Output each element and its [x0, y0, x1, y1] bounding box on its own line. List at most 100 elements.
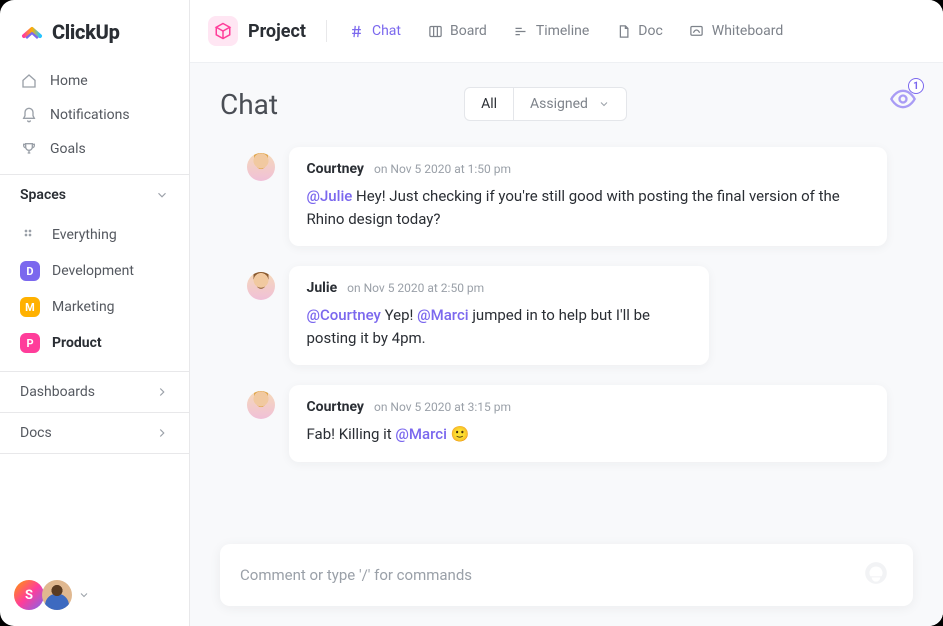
filter-assigned-label: Assigned [530, 96, 588, 112]
mention[interactable]: @Julie [307, 187, 353, 205]
eye-icon: 1 [889, 85, 917, 113]
nav-home-label: Home [50, 73, 88, 89]
send-icon[interactable] [863, 560, 893, 590]
mention[interactable]: @Marci [417, 306, 468, 324]
content-head: Chat All Assigned [220, 87, 913, 121]
message-body: Fab! Killing it @Marci 🙂 [307, 423, 869, 446]
message-body: @Julie Hey! Just checking if you're stil… [307, 185, 869, 230]
composer[interactable]: Comment or type '/' for commands [220, 544, 913, 606]
tab-chat[interactable]: Chat [339, 17, 411, 45]
message-body: @Courtney Yep! @Marci jumped in to help … [307, 304, 691, 349]
message-card[interactable]: Julie on Nov 5 2020 at 2:50 pm @Courtney… [289, 266, 709, 365]
mention[interactable]: @Marci [395, 425, 446, 443]
space-chip-product: P [20, 333, 40, 353]
spaces-list: Everything D Development M Marketing P P… [0, 213, 189, 371]
sidebar-docs-label: Docs [20, 425, 52, 441]
timeline-icon [513, 23, 529, 39]
message-card[interactable]: Courtney on Nov 5 2020 at 3:15 pm Fab! K… [289, 385, 887, 462]
space-product-label: Product [52, 335, 102, 351]
emoji: 🙂 [447, 425, 469, 443]
tab-timeline-label: Timeline [536, 23, 589, 39]
message-author: Courtney [307, 399, 364, 415]
message-thread: Courtney on Nov 5 2020 at 1:50 pm @Julie… [247, 147, 887, 462]
sidebar-docs[interactable]: Docs [0, 412, 189, 454]
user-avatar-other[interactable] [42, 580, 72, 610]
tab-doc-label: Doc [638, 23, 663, 39]
chevron-down-icon [155, 188, 169, 202]
spaces-header-label: Spaces [20, 187, 66, 203]
project-title: Project [248, 21, 306, 42]
message-time: on Nov 5 2020 at 3:15 pm [374, 400, 511, 414]
nav-notifications[interactable]: Notifications [10, 98, 179, 132]
space-everything[interactable]: Everything [10, 217, 179, 253]
tab-whiteboard[interactable]: Whiteboard [679, 17, 794, 45]
space-marketing-label: Marketing [52, 299, 115, 315]
nav-home[interactable]: Home [10, 64, 179, 98]
nav-goals[interactable]: Goals [10, 132, 179, 166]
message-text: Hey! Just checking if you're still good … [307, 187, 840, 228]
avatar-courtney[interactable] [247, 153, 275, 181]
space-product[interactable]: P Product [10, 325, 179, 361]
trophy-icon [20, 140, 38, 158]
sidebar-dashboards-label: Dashboards [20, 384, 95, 400]
filter-assigned[interactable]: Assigned [513, 88, 626, 120]
chevron-down-icon [598, 98, 610, 110]
space-chip-development: D [20, 261, 40, 281]
avatar-courtney[interactable] [247, 391, 275, 419]
divider [326, 20, 327, 42]
message-author: Julie [307, 280, 338, 296]
message-row: Courtney on Nov 5 2020 at 3:15 pm Fab! K… [247, 385, 887, 462]
tab-board-label: Board [450, 23, 487, 39]
tab-timeline[interactable]: Timeline [503, 17, 599, 45]
avatar-julie[interactable] [247, 272, 275, 300]
home-icon [20, 72, 38, 90]
space-marketing[interactable]: M Marketing [10, 289, 179, 325]
space-development[interactable]: D Development [10, 253, 179, 289]
mention[interactable]: @Courtney [307, 306, 381, 324]
brand-name: ClickUp [52, 20, 120, 44]
message-text: Fab! Killing it [307, 425, 396, 443]
clickup-logo-icon [20, 20, 44, 44]
message-time: on Nov 5 2020 at 2:50 pm [347, 281, 484, 295]
tab-board[interactable]: Board [417, 17, 497, 45]
bell-icon [20, 106, 38, 124]
space-chip-marketing: M [20, 297, 40, 317]
watchers-count: 1 [908, 78, 924, 94]
chevron-right-icon [155, 385, 169, 399]
main: Project Chat Board Timeline Doc Whiteb [190, 0, 943, 626]
project-chip[interactable]: Project [204, 12, 314, 50]
board-icon [427, 23, 443, 39]
hash-icon [349, 23, 365, 39]
composer-input[interactable]: Comment or type '/' for commands [240, 566, 863, 584]
sidebar: ClickUp Home Notifications Goals Spaces [0, 0, 190, 626]
spaces-header[interactable]: Spaces [0, 174, 189, 213]
composer-wrap: Comment or type '/' for commands [220, 524, 913, 606]
nav-notifications-label: Notifications [50, 107, 130, 123]
filter-all[interactable]: All [465, 88, 513, 120]
content-area: Chat All Assigned 1 [190, 63, 943, 626]
tabs-row: Project Chat Board Timeline Doc Whiteb [190, 0, 943, 63]
message-card[interactable]: Courtney on Nov 5 2020 at 1:50 pm @Julie… [289, 147, 887, 246]
sidebar-footer: S [0, 566, 189, 626]
message-row: Courtney on Nov 5 2020 at 1:50 pm @Julie… [247, 147, 887, 246]
whiteboard-icon [689, 23, 705, 39]
message-text: Yep! [381, 306, 417, 324]
app-frame: ClickUp Home Notifications Goals Spaces [0, 0, 943, 626]
tab-doc[interactable]: Doc [605, 17, 673, 45]
user-avatar-self[interactable]: S [14, 580, 44, 610]
watchers-indicator[interactable]: 1 [889, 85, 917, 113]
chevron-down-icon[interactable] [78, 589, 90, 601]
chevron-right-icon [155, 426, 169, 440]
message-author: Courtney [307, 161, 364, 177]
doc-icon [615, 23, 631, 39]
chat-title: Chat [220, 88, 278, 121]
brand-logo[interactable]: ClickUp [0, 0, 189, 60]
nav-goals-label: Goals [50, 141, 86, 157]
grid-icon [20, 225, 40, 245]
space-development-label: Development [52, 263, 134, 279]
tab-whiteboard-label: Whiteboard [712, 23, 784, 39]
message-row: Julie on Nov 5 2020 at 2:50 pm @Courtney… [247, 266, 887, 365]
cube-icon [208, 16, 238, 46]
message-time: on Nov 5 2020 at 1:50 pm [374, 162, 511, 176]
sidebar-dashboards[interactable]: Dashboards [0, 371, 189, 412]
